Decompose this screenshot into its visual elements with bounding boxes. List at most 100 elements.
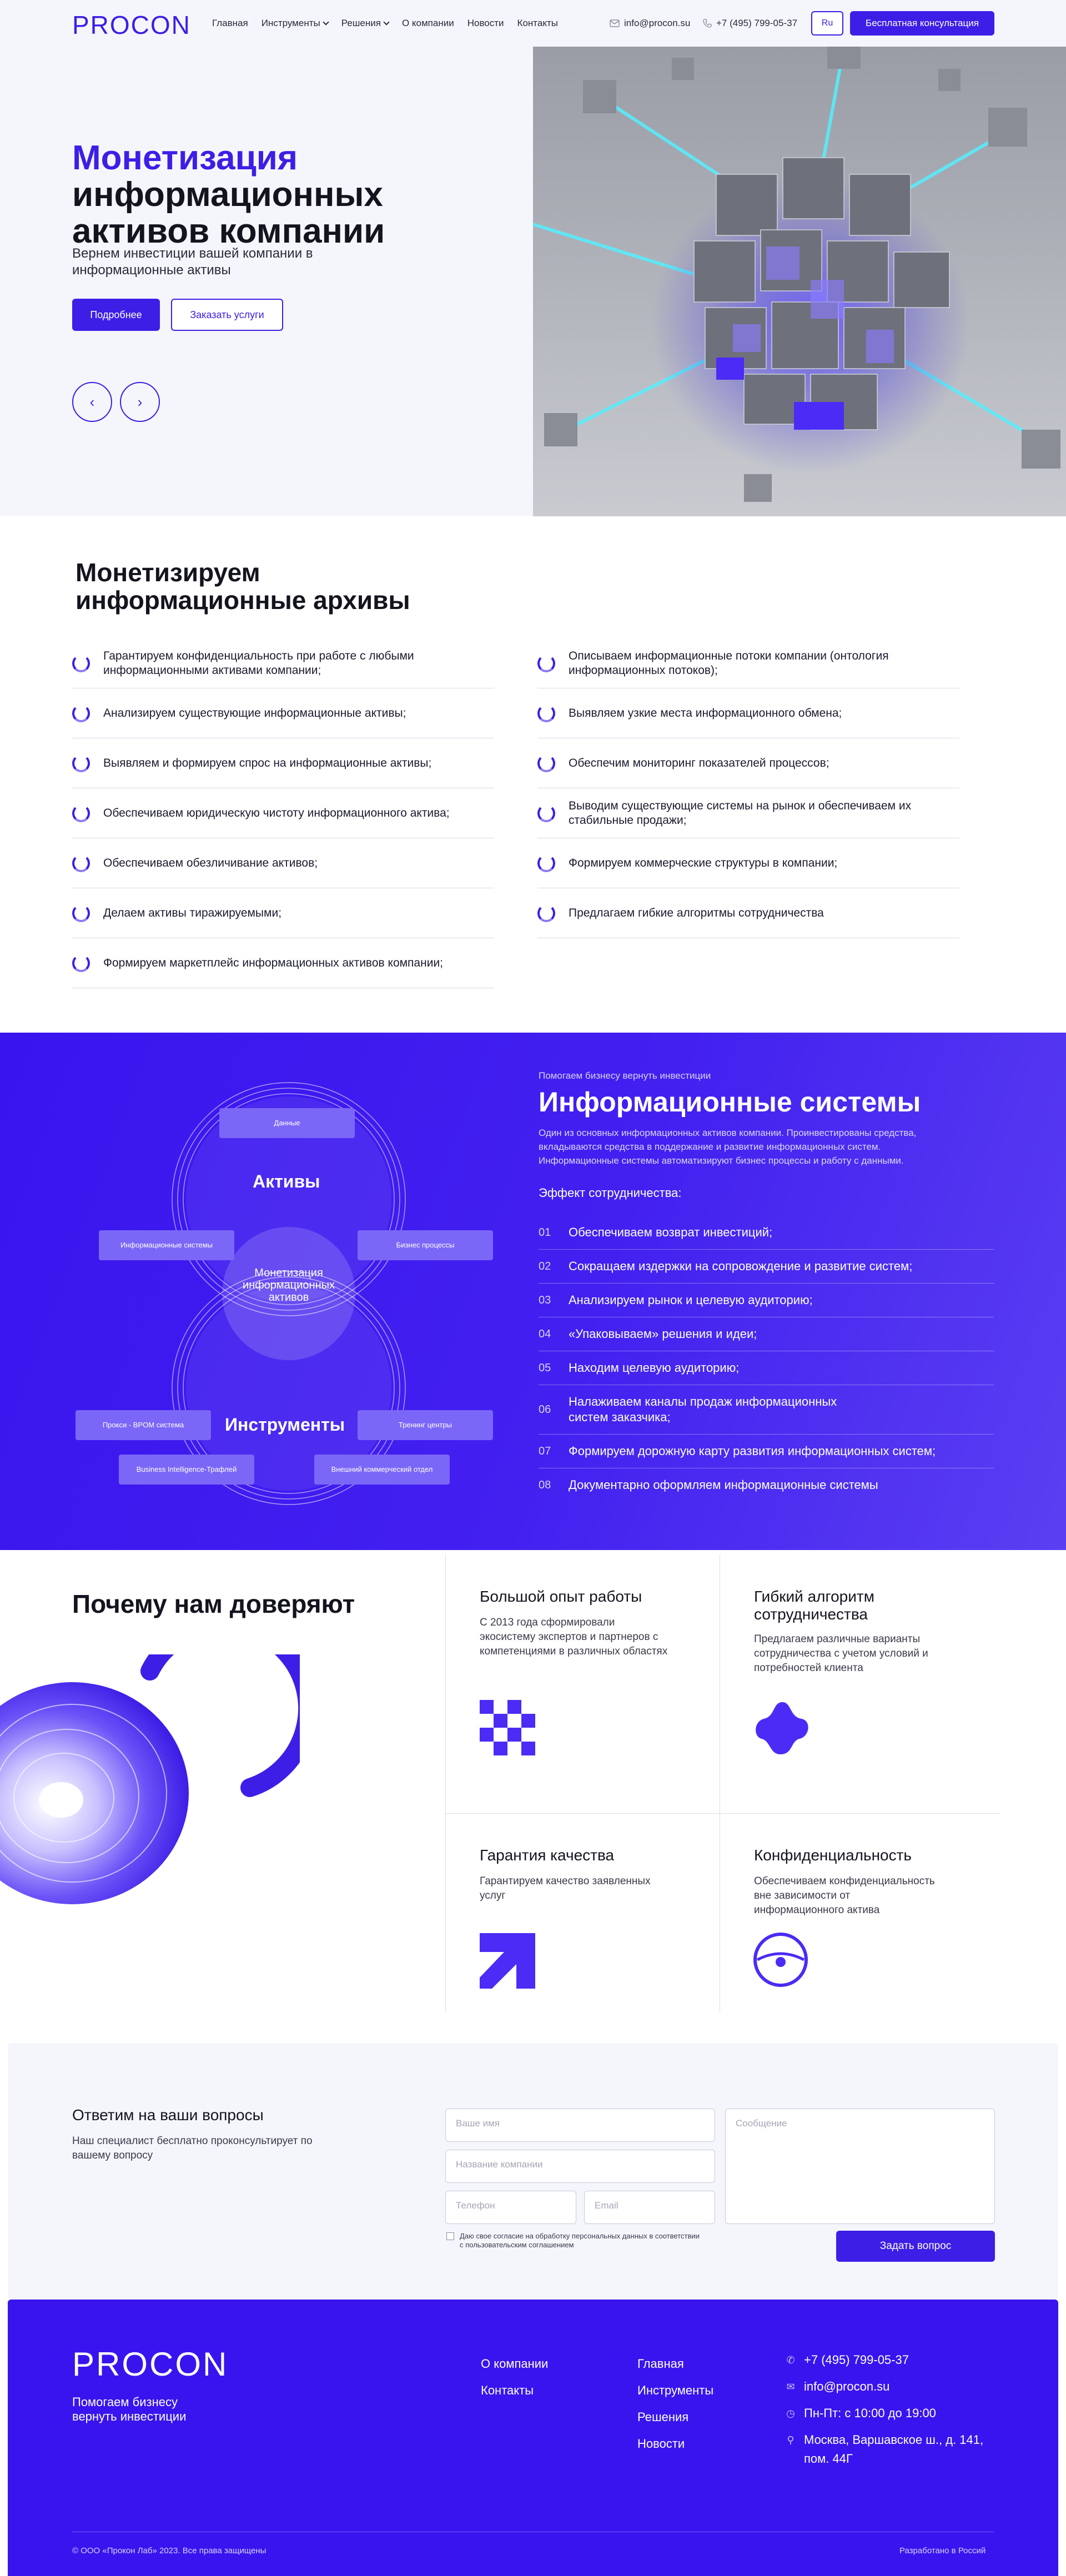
header-phone[interactable]: +7 (495) 799-05-37 — [703, 18, 797, 29]
header-email[interactable]: info@procon.su — [610, 18, 690, 29]
footer-email-text: info@procon.su — [804, 2379, 890, 2393]
nav-label: О компании — [401, 18, 454, 28]
list-item: Выявляем узкие места информационного обм… — [537, 688, 959, 738]
footer-email[interactable]: ✉ info@procon.su — [785, 2377, 1007, 2396]
phone-icon: ✆ — [786, 2354, 795, 2366]
ring-icon — [72, 654, 90, 672]
card-text: Гарантируем качество заявленных услуг — [480, 1875, 651, 1901]
ring-icon — [537, 804, 555, 822]
logo[interactable]: PROCON — [72, 10, 191, 40]
ring-icon — [537, 654, 555, 672]
effect-text: Документарно оформляем информационные си… — [569, 1478, 878, 1492]
effect-text: Налаживаем каналы продаж информационных … — [569, 1395, 837, 1424]
list-item: Обеспечиваем обезличивание активов; — [72, 838, 494, 888]
effect-row: 04 «Упаковываем» решения и идеи; — [539, 1317, 994, 1351]
list-item: Формируем маркетплейс информационных акт… — [72, 938, 494, 988]
main-nav: Главная Инструменты Решения О компании Н… — [212, 18, 571, 29]
ring-icon — [537, 704, 555, 722]
trust-card-experience: Большой опыт работы С 2013 года сформиро… — [445, 1554, 720, 1783]
effect-number: 01 — [539, 1226, 551, 1239]
footer-link-news[interactable]: Новости — [637, 2431, 713, 2457]
list-item: Выводим существующие системы на рынок и … — [537, 788, 959, 838]
consent-text: Даю свое согласие на обработку персональ… — [460, 2232, 700, 2249]
spiral-image — [0, 1616, 318, 1904]
effect-text: Формируем дорожную карту развития информ… — [569, 1444, 936, 1458]
assets-label: Активы — [253, 1171, 320, 1191]
more-button[interactable]: Подробнее — [72, 299, 160, 331]
footer-link-home[interactable]: Главная — [637, 2351, 713, 2377]
footer-address-text: Москва, Варшавское ш., д. 141, пом. 44Г — [804, 2433, 984, 2466]
email-input[interactable]: Email — [584, 2191, 715, 2224]
list-item-text: Выводим существующие системы на рынок и … — [569, 799, 912, 827]
footer-phone-text: +7 (495) 799-05-37 — [804, 2353, 909, 2367]
language-button[interactable]: Ru — [811, 11, 843, 36]
footer-link-contacts[interactable]: Контакты — [481, 2377, 548, 2404]
list-item-text: Выявляем узкие места информационного обм… — [569, 706, 842, 720]
effect-number: 04 — [539, 1328, 551, 1340]
card-title: Большой опыт работы — [480, 1588, 642, 1605]
nav-item-tools[interactable]: Инструменты — [262, 18, 329, 29]
card-text: Предлагаем различные варианты сотрудниче… — [754, 1633, 928, 1674]
list-item: Описываем информационные потоки компании… — [537, 638, 959, 688]
trust-card-quality: Гарантия качества Гарантируем качество з… — [445, 1813, 720, 2042]
name-input[interactable]: Ваше имя — [445, 2109, 715, 2142]
footer-address: ⚲ Москва, Варшавское ш., д. 141, пом. 44Г — [785, 2431, 1007, 2468]
footer: PROCON Помогаем бизнесу вернуть инвестиц… — [8, 2300, 1058, 2576]
footer-link-about[interactable]: О компании — [481, 2351, 548, 2377]
company-input[interactable]: Название компании — [445, 2150, 715, 2183]
effect-row: 08 Документарно оформляем информационные … — [539, 1468, 994, 1502]
effect-text: Анализируем рынок и целевую аудиторию; — [569, 1293, 813, 1307]
infosystems-label: Информационные системы — [99, 1230, 234, 1260]
nav-item-solutions[interactable]: Решения — [341, 18, 390, 29]
consent-checkbox[interactable] — [446, 2232, 454, 2240]
footer-link-tools[interactable]: Инструменты — [637, 2377, 713, 2404]
list-item: Гарантируем конфиденциальность при работ… — [72, 638, 494, 688]
ring-icon — [72, 954, 90, 972]
footer-logo[interactable]: PROCON — [72, 2345, 228, 2383]
ring-icon — [72, 804, 90, 822]
free-consultation-button[interactable]: Бесплатная консультация — [850, 11, 994, 36]
effect-row: 02 Сокращаем издержки на сопровождение и … — [539, 1250, 994, 1284]
nav-item-about[interactable]: О компании — [402, 18, 454, 29]
nav-item-home[interactable]: Главная — [212, 18, 248, 29]
ring-icon — [72, 754, 90, 772]
footer-link-solutions[interactable]: Решения — [637, 2404, 713, 2431]
hero-cube-illustration — [533, 47, 1066, 516]
submit-question-button[interactable]: Задать вопрос — [836, 2231, 995, 2262]
form-title: Ответим на ваши вопросы — [72, 2106, 264, 2124]
card-text: Обеспечиваем конфиденциальность вне зави… — [754, 1875, 935, 1916]
effect-row: 07 Формируем дорожную карту развития инфо… — [539, 1435, 994, 1468]
email-text: info@procon.su — [624, 18, 691, 28]
phone-input[interactable]: Телефон — [445, 2191, 576, 2224]
trust-card-confidentiality: Конфиденциальность Обеспечиваем конфиден… — [720, 1813, 994, 2042]
order-services-button[interactable]: Заказать услуги — [171, 299, 283, 331]
effect-row: 06 Налаживаем каналы продаж информационны… — [539, 1385, 994, 1435]
phone-icon — [703, 19, 712, 28]
ring-icon — [537, 904, 555, 922]
clock-icon: ◷ — [786, 2408, 795, 2419]
list-item-text: Обеспечим мониторинг показателей процесс… — [569, 756, 829, 769]
list-item: Делаем активы тиражируемыми; — [72, 888, 494, 938]
effect-number: 06 — [539, 1403, 551, 1416]
list-item-text: Анализируем существующие информационные … — [103, 706, 406, 720]
trust-title: Почему нам доверяют — [72, 1589, 355, 1618]
developer-credit[interactable]: Разработано в Россий — [899, 2546, 985, 2555]
ring-icon — [72, 854, 90, 872]
abstract-spiral-illustration — [0, 1616, 318, 1965]
bi-label: Business Intelligence-Трафлей — [119, 1455, 254, 1485]
footer-nav-col1: О компании Контакты — [481, 2351, 548, 2404]
list-item-text: Гарантируем конфиденциальность при работ… — [103, 649, 414, 677]
slider-prev-button[interactable]: ‹ — [72, 382, 112, 422]
consent-row: Даю свое согласие на обработку персональ… — [446, 2232, 702, 2250]
footer-nav-col2: Главная Инструменты Решения Новости — [637, 2351, 713, 2457]
nav-item-contacts[interactable]: Контакты — [517, 18, 558, 29]
footer-phone[interactable]: ✆ +7 (495) 799-05-37 — [785, 2351, 1007, 2369]
phone-text: +7 (495) 799-05-37 — [716, 18, 798, 28]
list-item-text: Обеспечиваем обезличивание активов; — [103, 856, 318, 869]
nav-item-news[interactable]: Новости — [467, 18, 504, 29]
effect-number: 05 — [539, 1362, 551, 1374]
footer-hours: ◷ Пн-Пт: с 10:00 до 19:00 — [785, 2404, 1007, 2423]
slider-next-button[interactable]: › — [120, 382, 160, 422]
message-textarea[interactable]: Сообщение — [725, 2109, 995, 2224]
archives-title: Монетизируем информационные архивы — [76, 558, 410, 615]
